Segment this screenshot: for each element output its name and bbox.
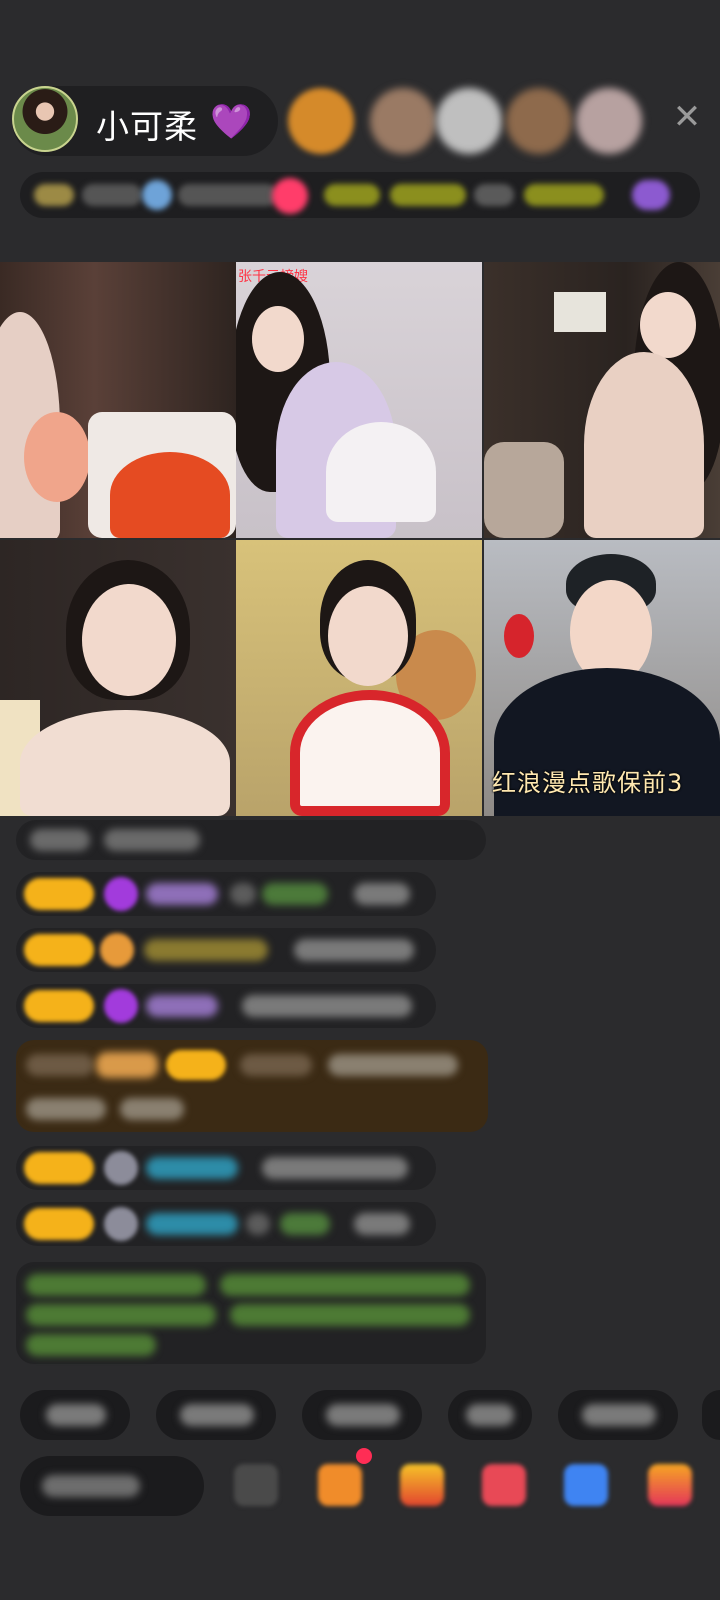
share-icon[interactable] bbox=[482, 1464, 526, 1506]
rank-badge bbox=[34, 184, 74, 206]
quick-chip[interactable] bbox=[448, 1390, 532, 1440]
video-tile[interactable]: 张千元榜嫂 bbox=[236, 262, 482, 538]
video-tile[interactable] bbox=[0, 540, 236, 816]
chat-message[interactable] bbox=[16, 820, 486, 860]
gift-box-icon[interactable] bbox=[400, 1464, 444, 1506]
user-level-badge bbox=[24, 1208, 94, 1240]
chat-message[interactable] bbox=[16, 984, 436, 1028]
chat-message[interactable] bbox=[16, 928, 436, 972]
tile-caption: 红浪漫点歌保前3 bbox=[492, 769, 684, 797]
host-avatar[interactable] bbox=[12, 86, 78, 152]
user-level-badge bbox=[24, 1152, 94, 1184]
comment-input[interactable] bbox=[20, 1456, 204, 1516]
user-level-badge bbox=[166, 1050, 226, 1080]
video-tile[interactable] bbox=[236, 540, 482, 816]
info-icon bbox=[142, 180, 172, 210]
viewer-avatar[interactable] bbox=[436, 88, 502, 154]
gift-icon bbox=[100, 933, 134, 967]
gift-icon bbox=[104, 989, 138, 1023]
room-info-bar[interactable] bbox=[20, 172, 700, 218]
tag-chip bbox=[390, 184, 466, 206]
video-tile[interactable] bbox=[0, 262, 236, 538]
gift-icon[interactable] bbox=[648, 1464, 692, 1506]
system-notice bbox=[16, 1262, 486, 1364]
quick-chip[interactable] bbox=[558, 1390, 678, 1440]
game-icon[interactable] bbox=[318, 1464, 362, 1506]
avatar bbox=[104, 1207, 138, 1241]
more-icon[interactable] bbox=[564, 1464, 608, 1506]
highlight-message[interactable] bbox=[16, 1040, 488, 1132]
host-name: 小可柔 bbox=[96, 107, 198, 146]
info-icon bbox=[272, 178, 308, 214]
chat-message[interactable] bbox=[16, 1146, 436, 1190]
tag-chip bbox=[474, 184, 514, 206]
avatar bbox=[104, 1151, 138, 1185]
viewer-avatar[interactable] bbox=[288, 88, 354, 154]
viewer-avatar[interactable] bbox=[506, 88, 572, 154]
quick-chip[interactable] bbox=[302, 1390, 422, 1440]
video-grid: 张千元榜嫂 红浪漫点歌保前3 bbox=[0, 262, 720, 816]
info-text bbox=[178, 184, 278, 206]
tag-chip bbox=[524, 184, 604, 206]
chat-message[interactable] bbox=[16, 1202, 436, 1246]
viewer-avatar[interactable] bbox=[576, 88, 642, 154]
quick-chip[interactable] bbox=[702, 1390, 720, 1440]
user-level-badge bbox=[24, 878, 94, 910]
close-icon[interactable]: ✕ bbox=[670, 100, 704, 134]
heart-icon: 💜 bbox=[210, 102, 253, 142]
tag-chip bbox=[324, 184, 380, 206]
user-level-badge bbox=[24, 990, 94, 1022]
video-tile[interactable] bbox=[484, 262, 720, 538]
user-level-badge bbox=[24, 934, 94, 966]
emoji-icon[interactable] bbox=[234, 1464, 278, 1506]
quick-chip[interactable] bbox=[156, 1390, 276, 1440]
notification-dot bbox=[356, 1448, 372, 1464]
quick-chip[interactable] bbox=[20, 1390, 130, 1440]
gift-icon bbox=[104, 877, 138, 911]
info-text bbox=[82, 184, 142, 206]
viewer-avatar[interactable] bbox=[370, 88, 436, 154]
chat-message[interactable] bbox=[16, 872, 436, 916]
info-icon bbox=[632, 180, 670, 210]
video-tile[interactable]: 红浪漫点歌保前3 bbox=[484, 540, 720, 816]
